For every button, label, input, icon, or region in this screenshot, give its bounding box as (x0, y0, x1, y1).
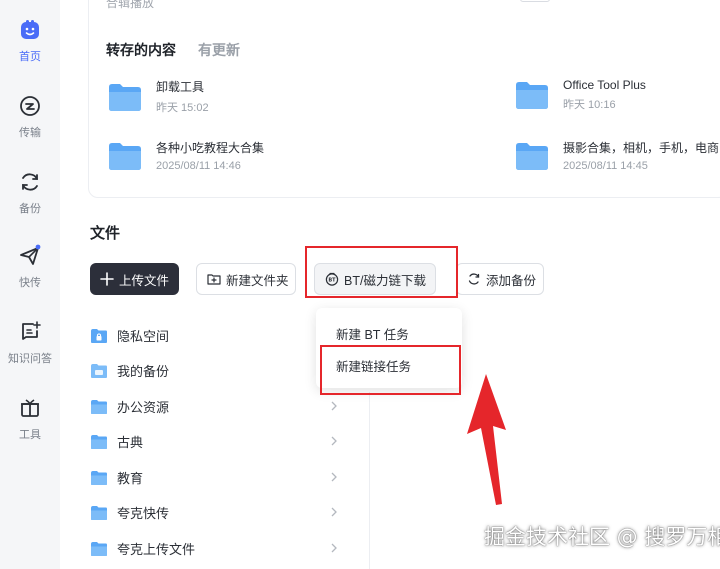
clipped-thumbnail (520, 0, 550, 2)
sidebar-item-transfer[interactable]: 传输 (0, 94, 60, 154)
sync-icon (468, 273, 480, 285)
folder-icon (516, 142, 548, 170)
sidebar-item-label: 工具 (19, 429, 41, 441)
transfer-icon (20, 96, 40, 116)
lock-folder-icon (91, 328, 107, 343)
file-row-label: 夸克快传 (117, 506, 170, 521)
annotation-arrow-icon (467, 374, 506, 505)
file-row-label: 夸克上传文件 (117, 542, 196, 557)
saved-item-name: 卸载工具 (156, 80, 205, 94)
add-backup-button[interactable]: 添加备份 (456, 263, 544, 295)
file-row-label: 古典 (117, 435, 144, 450)
file-row-quark-uploads[interactable]: 夸克上传文件 (90, 531, 340, 566)
chevron-right-icon (331, 543, 337, 553)
file-row-classical[interactable]: 古典 (90, 424, 340, 459)
folder-icon (91, 470, 107, 485)
sidebar-item-label: 备份 (19, 203, 41, 215)
file-row-office-resources[interactable]: 办公资源 (90, 389, 340, 424)
clipped-caption: 合辑播放 (106, 0, 155, 10)
sidebar-item-tools[interactable]: 工具 (0, 396, 60, 456)
saved-item-name: 各种小吃教程大合集 (156, 141, 265, 155)
sidebar-item-label: 快传 (19, 277, 41, 289)
saved-item-time: 2025/08/11 14:45 (563, 160, 648, 172)
file-row-education[interactable]: 教育 (90, 460, 340, 495)
toolbox-icon (21, 399, 39, 417)
watermark: 掘金技术社区 @ 搜罗万相 (484, 525, 720, 549)
saved-item-time: 昨天 15:02 (156, 102, 209, 114)
folder-icon (91, 399, 107, 414)
file-row-my-backup[interactable]: 我的备份 (90, 353, 340, 388)
home-smile-icon (21, 20, 39, 39)
menu-item-new-bt-task[interactable]: 新建 BT 任务 (336, 324, 409, 343)
folder-icon (91, 434, 107, 449)
backup-sync-icon (22, 173, 38, 191)
folder-icon (91, 541, 107, 556)
file-row-label: 隐私空间 (117, 329, 170, 344)
upload-file-button[interactable]: 上传文件 (90, 263, 179, 295)
sidebar-item-home[interactable]: 首页 (0, 18, 60, 78)
folder-icon (109, 83, 141, 111)
recent-tabs: 转存的内容 有更新 (106, 40, 240, 60)
saved-item[interactable]: Office Tool Plus 昨天 10:16 (515, 78, 646, 112)
plus-icon (100, 272, 114, 286)
files-section-title: 文件 (90, 225, 121, 242)
file-row-label: 办公资源 (117, 400, 170, 415)
chevron-right-icon (331, 472, 337, 482)
chevron-right-icon (331, 401, 337, 411)
qa-icon (22, 321, 41, 340)
send-plane-icon (20, 244, 41, 265)
new-folder-button[interactable]: 新建文件夹 (196, 263, 296, 295)
saved-item-time: 昨天 10:16 (563, 99, 616, 111)
annotation-highlight-bt-button (305, 246, 458, 298)
chevron-right-icon (331, 507, 337, 517)
backup-folder-icon (91, 363, 107, 378)
saved-item-time: 2025/08/11 14:46 (156, 160, 241, 172)
new-folder-label: 新建文件夹 (226, 273, 289, 288)
folder-icon (109, 142, 141, 170)
tab-updates[interactable]: 有更新 (198, 40, 240, 60)
saved-item[interactable]: 摄影合集，相机，手机，电商 2025/08/11 14:45 (515, 139, 719, 172)
chevron-right-icon (331, 436, 337, 446)
saved-item[interactable]: 卸载工具 昨天 15:02 (108, 78, 209, 115)
sidebar-item-label: 知识问答 (8, 353, 52, 365)
sidebar: 首页 传输 备份 快传 知识问答 工具 (0, 0, 60, 569)
sidebar-item-quick-send[interactable]: 快传 (0, 244, 60, 304)
add-backup-label: 添加备份 (486, 273, 537, 288)
sidebar-item-qa[interactable]: 知识问答 (0, 320, 60, 380)
sidebar-item-backup[interactable]: 备份 (0, 170, 60, 230)
main-content: 合辑播放 转存的内容 有更新 卸载工具 昨天 15:02 Office Tool… (60, 0, 720, 569)
file-row-private-space[interactable]: 隐私空间 (90, 318, 340, 353)
annotation-highlight-link-task (320, 345, 461, 395)
file-row-label: 我的备份 (117, 364, 170, 379)
new-folder-icon (207, 274, 221, 285)
tab-saved-content[interactable]: 转存的内容 (106, 40, 176, 60)
column-divider (369, 392, 370, 569)
file-row-quark-quick-send[interactable]: 夸克快传 (90, 495, 340, 530)
file-row-label: 教育 (117, 471, 144, 486)
sidebar-item-label: 传输 (19, 127, 41, 139)
saved-item[interactable]: 各种小吃教程大合集 2025/08/11 14:46 (108, 139, 264, 172)
saved-item-name: 摄影合集，相机，手机，电商 (563, 141, 720, 155)
sidebar-item-label: 首页 (19, 51, 41, 63)
saved-item-name: Office Tool Plus (563, 78, 646, 92)
upload-file-label: 上传文件 (119, 273, 170, 288)
folder-icon (516, 82, 548, 109)
folder-icon (91, 505, 107, 520)
